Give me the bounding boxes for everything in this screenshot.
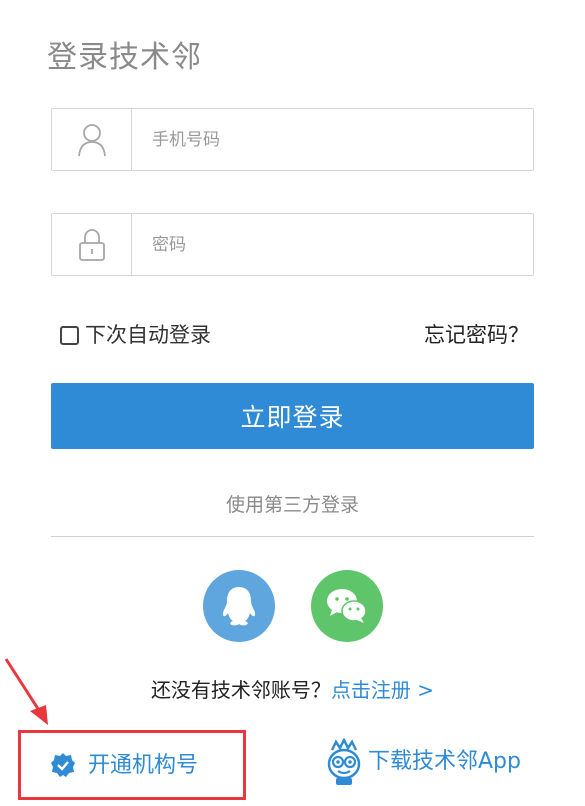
download-app-link[interactable]: 下载技术邻App <box>326 738 521 786</box>
lock-icon <box>52 214 132 275</box>
remember-label: 下次自动登录 <box>85 323 211 347</box>
divider <box>51 536 534 537</box>
remember-checkbox[interactable] <box>60 325 79 345</box>
mascot-icon <box>327 738 361 785</box>
page-title: 登录技术邻 <box>47 40 202 75</box>
qq-icon <box>222 587 256 626</box>
remember-me[interactable]: 下次自动登录 <box>60 320 211 350</box>
phone-input[interactable] <box>132 109 533 170</box>
login-button[interactable]: 立即登录 <box>51 383 534 449</box>
password-input[interactable] <box>132 214 533 275</box>
password-field[interactable] <box>51 213 534 276</box>
wechat-icon <box>327 589 367 623</box>
download-app-label: 下载技术邻App <box>368 749 521 774</box>
register-link[interactable]: 点击注册 > <box>331 678 434 702</box>
third-party-label: 使用第三方登录 <box>225 494 359 516</box>
open-org-account-link[interactable]: 开通机构号 <box>50 750 198 782</box>
verified-badge-icon <box>51 753 75 777</box>
forgot-password-link[interactable]: 忘记密码？ <box>424 320 529 350</box>
login-panel: 登录技术邻 下次自动登录 忘记密码？ 立即登录 使用第三方登录 <box>0 0 585 806</box>
wechat-login-button[interactable] <box>311 570 383 642</box>
phone-field[interactable] <box>51 108 534 171</box>
register-text: 还没有技术邻账号？ <box>150 678 331 702</box>
org-account-label: 开通机构号 <box>88 753 199 778</box>
annotation-arrow-icon <box>4 658 48 725</box>
register-prompt: 还没有技术邻账号？点击注册 > <box>0 675 585 705</box>
qq-login-button[interactable] <box>203 570 275 642</box>
user-icon <box>52 109 132 170</box>
